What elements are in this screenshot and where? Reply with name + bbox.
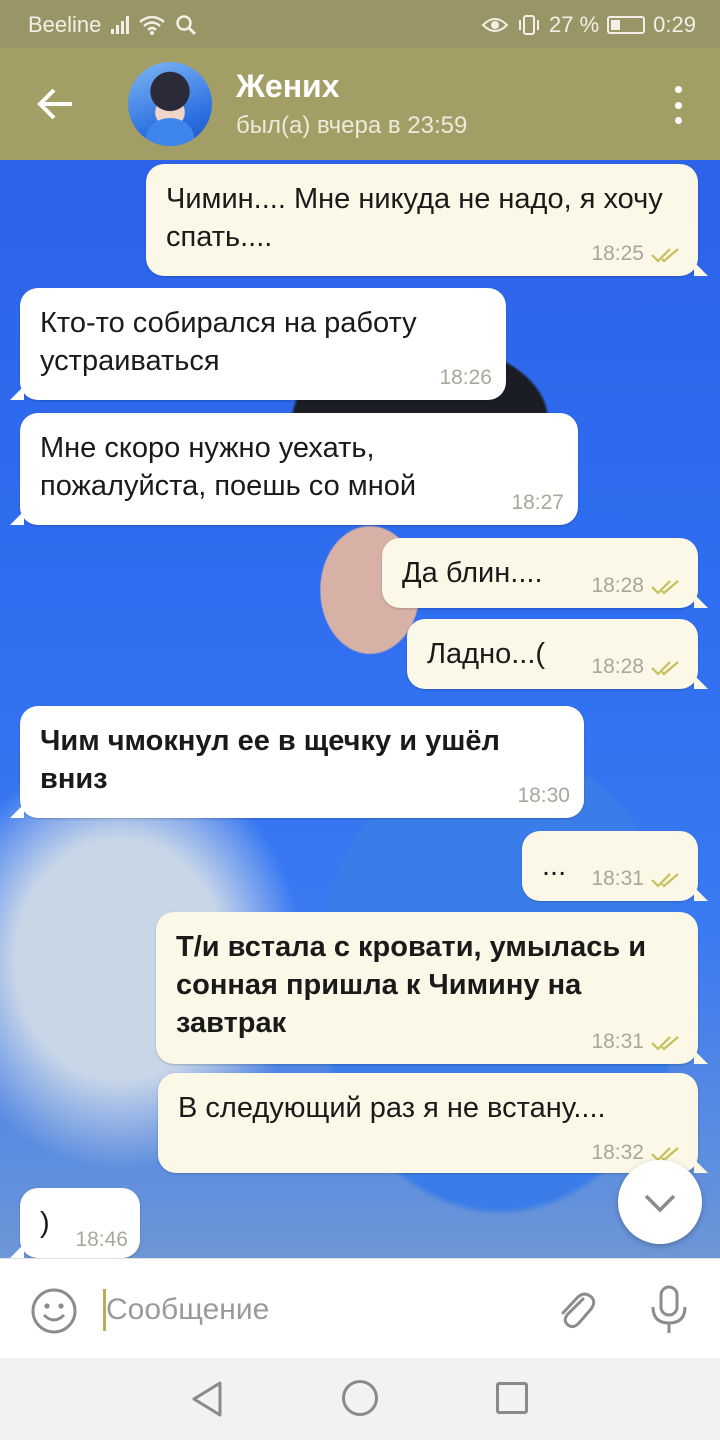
scroll-to-bottom-button[interactable] [618,1160,702,1244]
message-text: Ладно...( [427,638,546,670]
double-check-icon [651,1036,679,1051]
avatar[interactable] [128,62,212,146]
message-text: ... [542,850,567,882]
message-text: Кто-то собирался на работу устраиваться [40,307,417,377]
chat-last-seen: был(а) вчера в 23:59 [236,112,468,139]
message-time: 18:31 [591,1030,644,1053]
carrier-name: Beeline [28,12,102,37]
wifi-icon [139,15,166,35]
nav-recents-icon[interactable] [496,1382,528,1414]
message-text: ) [40,1207,50,1239]
message-time: 18:31 [591,867,644,890]
double-check-icon [651,580,679,595]
paperclip-icon[interactable] [553,1287,599,1333]
nav-home-icon[interactable] [342,1380,378,1416]
message-time: 18:46 [75,1228,128,1251]
message-composer [0,1258,720,1358]
message-bubble-incoming[interactable]: Чим чмокнул ее в щечку и ушёл вниз 18:30 [10,706,584,818]
message-input[interactable] [106,1285,526,1335]
message-text: Мне скоро нужно уехать, пожалуйста, поеш… [40,432,417,502]
chat-messages[interactable]: Чимин.... Мне никуда не надо, я хочу спа… [0,160,720,1258]
battery-charging-icon [607,16,646,34]
message-time: 18:28 [591,574,644,597]
chat-header: Жених был(а) вчера в 23:59 [0,48,720,160]
message-text: Т/и встала с кровати, умылась и сонная п… [176,931,647,1039]
message-bubble-outgoing[interactable]: Да блин.... 18:28 [382,538,708,608]
signal-icon [111,16,130,34]
message-time: 18:26 [439,366,492,389]
message-text: Чим чмокнул ее в щечку и ушёл вниз [40,725,500,795]
message-bubble-outgoing[interactable]: Чимин.... Мне никуда не надо, я хочу спа… [146,164,708,276]
message-bubble-outgoing[interactable]: Ладно...( 18:28 [407,619,708,689]
message-bubble-incoming[interactable]: Кто-то собирался на работу устраиваться … [10,288,506,400]
nav-back-icon[interactable] [190,1380,224,1418]
battery-percent: 27 % [549,12,600,37]
chevron-down-icon [644,1194,676,1213]
double-check-icon [651,248,679,263]
message-time: 18:25 [591,242,644,265]
status-bar: Beeline 27 % 0:29 [0,0,720,48]
vibrate-icon [519,15,540,35]
message-bubble-outgoing[interactable]: ... 18:31 [522,831,708,901]
message-time: 18:30 [517,784,570,807]
eye-icon [481,18,509,32]
double-check-icon [651,661,679,676]
search-icon [176,15,197,36]
arrow-back-icon[interactable] [34,82,78,126]
message-text: Да блин.... [402,557,543,589]
message-bubble-incoming[interactable]: Мне скоро нужно уехать, пожалуйста, поеш… [10,413,578,525]
clock: 0:29 [653,12,696,37]
system-navigation-bar [0,1358,720,1440]
chat-title[interactable]: Жених [236,68,340,105]
message-bubble-incoming[interactable]: ) 18:46 [10,1188,140,1258]
message-bubble-outgoing[interactable]: Т/и встала с кровати, умылась и сонная п… [156,912,708,1064]
message-bubble-outgoing[interactable]: В следующий раз я не встану.... 18:32 [158,1073,708,1173]
message-time: 18:27 [511,491,564,514]
more-vert-icon[interactable] [672,86,684,124]
message-text: В следующий раз я не встану.... [178,1092,606,1124]
emoji-icon[interactable] [30,1287,78,1335]
message-time: 18:28 [591,655,644,678]
double-check-icon [651,873,679,888]
microphone-icon[interactable] [646,1285,692,1335]
